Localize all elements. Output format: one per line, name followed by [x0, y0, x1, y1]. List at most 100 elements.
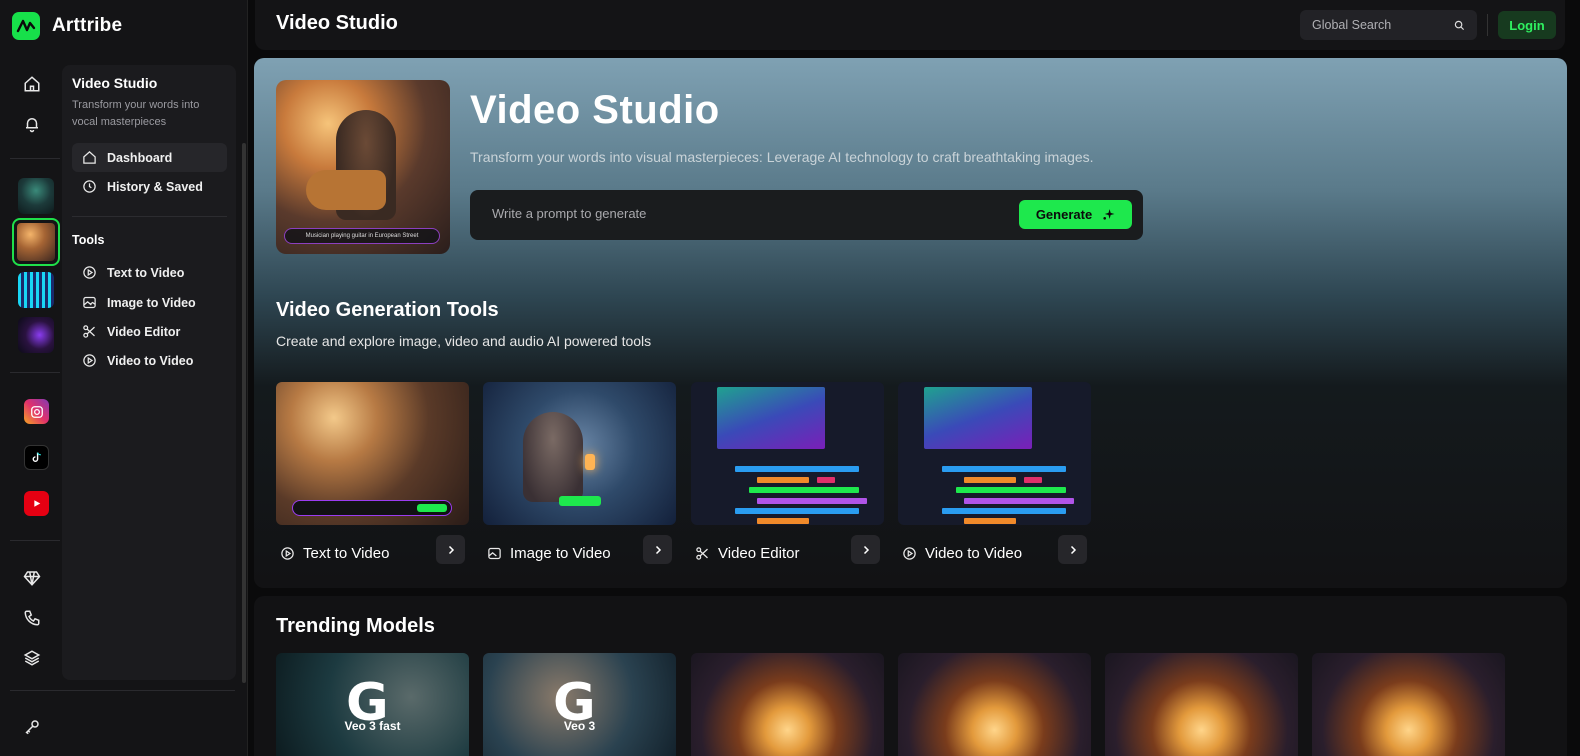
- trending-model-card[interactable]: [1105, 653, 1298, 756]
- tool-card-video-editor[interactable]: Video Editor: [691, 382, 884, 571]
- generate-button[interactable]: Generate: [1019, 200, 1132, 229]
- timeline-track: [956, 487, 1066, 493]
- nav-item-text-to-video[interactable]: Text to Video: [72, 258, 227, 287]
- trending-model-label: Veo 3 fast: [344, 719, 401, 733]
- nav-item-label: Video Editor: [107, 324, 181, 339]
- timeline-track: [735, 508, 859, 514]
- arttribe-logo-icon: [12, 12, 40, 40]
- trending-model-card[interactable]: [898, 653, 1091, 756]
- topbar: Video Studio Login: [255, 0, 1565, 50]
- chevron-right-icon[interactable]: [1058, 535, 1087, 564]
- instagram-icon[interactable]: [24, 399, 49, 424]
- hero-subtitle: Transform your words into visual masterp…: [470, 149, 1094, 165]
- image-icon: [488, 547, 501, 559]
- tool-card-image-to-video[interactable]: Image to Video: [483, 382, 676, 571]
- chevron-right-icon[interactable]: [851, 535, 880, 564]
- play-circle-icon: [281, 546, 294, 560]
- timeline-clip: [757, 518, 809, 524]
- layers-icon[interactable]: [18, 644, 46, 672]
- nav-item-image-to-video[interactable]: Image to Video: [72, 288, 227, 317]
- brand[interactable]: Arttribe: [12, 12, 122, 40]
- sparkle-icon: [1103, 209, 1115, 220]
- tool-card-label: Text to Video: [303, 544, 390, 562]
- hero-title: Video Studio: [470, 88, 720, 132]
- hero-image-caption: Musician playing guitar in European Stre…: [284, 228, 440, 244]
- recent-project-thumb-4[interactable]: [18, 317, 54, 353]
- prompt-box: Generate: [470, 190, 1143, 240]
- recent-project-thumb-3[interactable]: [18, 272, 54, 308]
- home-icon: [83, 151, 96, 164]
- panel-description: Transform your words into vocal masterpi…: [72, 99, 200, 128]
- recent-project-thumb-1[interactable]: [18, 178, 54, 214]
- nav-item-label: Image to Video: [107, 295, 196, 310]
- nav-item-video-editor[interactable]: Video Editor: [72, 317, 227, 346]
- sidebar-bottom-divider: [10, 690, 235, 691]
- thumb-prompt-bar: [292, 500, 452, 516]
- timeline-clip: [817, 477, 835, 483]
- timeline-clip: [964, 518, 1016, 524]
- trending-model-card[interactable]: G Veo 3: [483, 653, 676, 756]
- tool-thumb-image-to-video[interactable]: [483, 382, 676, 525]
- nav-item-label: Text to Video: [107, 265, 185, 280]
- tool-card-footer: Image to Video: [483, 535, 676, 571]
- tiktok-icon[interactable]: [24, 445, 49, 470]
- phone-icon[interactable]: [18, 604, 46, 632]
- tools-section-subtitle: Create and explore image, video and audi…: [276, 333, 652, 349]
- tool-card-footer: Video to Video: [898, 535, 1091, 571]
- tool-card-footer: Video Editor: [691, 535, 884, 571]
- nav-item-dashboard[interactable]: Dashboard: [72, 143, 227, 172]
- tool-thumb-text-to-video[interactable]: [276, 382, 469, 525]
- search-input[interactable]: [1312, 18, 1442, 32]
- youtube-icon[interactable]: [24, 491, 49, 516]
- play-circle-icon: [83, 354, 96, 367]
- tool-thumb-video-to-video[interactable]: [898, 382, 1091, 525]
- sidebar-scrollbar[interactable]: [242, 143, 246, 683]
- editor-preview-screen: [924, 387, 1032, 449]
- key-icon[interactable]: [18, 713, 46, 741]
- global-search[interactable]: [1300, 10, 1477, 40]
- clock-icon: [83, 180, 96, 193]
- tool-thumb-video-editor[interactable]: [691, 382, 884, 525]
- home-icon[interactable]: [18, 70, 46, 98]
- chevron-right-icon[interactable]: [436, 535, 465, 564]
- rail-divider: [10, 158, 60, 159]
- search-icon[interactable]: [1454, 20, 1465, 31]
- prompt-input[interactable]: [492, 206, 992, 221]
- nav-item-video-to-video[interactable]: Video to Video: [72, 346, 227, 375]
- chevron-right-icon[interactable]: [643, 535, 672, 564]
- tools-section-title: Video Generation Tools: [276, 299, 499, 321]
- timeline-clip: [757, 477, 809, 483]
- hero-image: Musician playing guitar in European Stre…: [276, 80, 450, 254]
- nav-item-label: Dashboard: [107, 150, 173, 165]
- diamond-icon[interactable]: [18, 564, 46, 592]
- tool-card-label: Video Editor: [718, 544, 800, 562]
- timeline-track: [942, 508, 1066, 514]
- panel-divider: [72, 216, 227, 217]
- trending-model-card[interactable]: [1312, 653, 1505, 756]
- rail-divider: [10, 540, 60, 541]
- scissors-icon: [83, 325, 95, 338]
- trending-section: Trending Models G Veo 3 fast G Veo 3: [254, 596, 1567, 756]
- main-content: Musician playing guitar in European Stre…: [254, 58, 1567, 588]
- tool-card-text-to-video[interactable]: Text to Video: [276, 382, 469, 571]
- trending-model-card[interactable]: [691, 653, 884, 756]
- editor-preview-screen: [717, 387, 825, 449]
- lantern-icon: [585, 454, 595, 470]
- timeline-track: [964, 498, 1074, 504]
- thumb-generate-chip: [559, 496, 601, 506]
- thumb-figure: [523, 412, 583, 502]
- timeline-track: [749, 487, 859, 493]
- bell-icon[interactable]: [18, 110, 46, 138]
- tool-card-video-to-video[interactable]: Video to Video: [898, 382, 1091, 571]
- login-button[interactable]: Login: [1498, 11, 1556, 39]
- nav-item-history[interactable]: History & Saved: [72, 172, 227, 201]
- rail-divider: [10, 372, 60, 373]
- scissors-icon: [696, 546, 708, 560]
- trending-model-card[interactable]: G Veo 3 fast: [276, 653, 469, 756]
- play-circle-icon: [903, 546, 916, 560]
- thumb-generate-chip: [417, 504, 447, 512]
- recent-project-thumb-2[interactable]: [12, 218, 60, 266]
- tool-card-label: Video to Video: [925, 544, 1023, 562]
- image-icon: [83, 296, 96, 309]
- timeline-track: [942, 466, 1066, 472]
